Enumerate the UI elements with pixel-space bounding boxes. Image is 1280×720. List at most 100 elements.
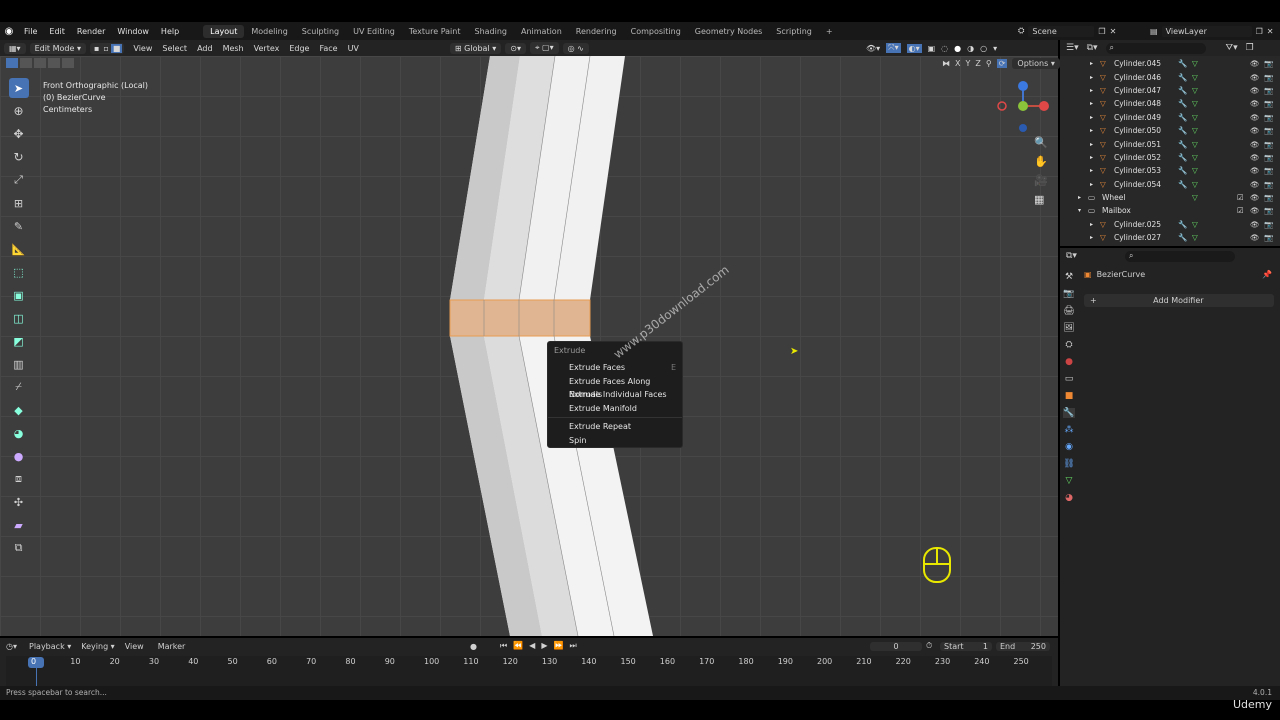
output-tab-icon[interactable]: 🖨 [1063, 306, 1074, 316]
expand-arrow-icon[interactable]: ▸ [1090, 221, 1093, 228]
loop-cut-tool[interactable]: ▥ [9, 354, 29, 374]
exclude-checkbox[interactable]: ☑ [1237, 193, 1244, 202]
jump-start-icon[interactable]: ⏮ [500, 641, 513, 650]
viewport-menu-face[interactable]: Face [314, 44, 342, 53]
wireframe-shading-icon[interactable]: ◌ [941, 44, 948, 53]
outliner-row[interactable]: ▸ ▽ Cylinder.025 🔧 ▽ 👁 📷 [1060, 218, 1280, 231]
select-intersect-mode-icon[interactable] [62, 58, 74, 68]
eye-icon[interactable]: 👁 [1250, 140, 1260, 149]
camera-icon[interactable]: 📷 [1264, 86, 1273, 95]
menu-edit[interactable]: Edit [43, 27, 71, 36]
outliner-row[interactable]: ▸ ▽ Cylinder.045 🔧 ▽ 👁 📷 [1060, 57, 1280, 70]
mirror-x-toggle[interactable]: X [955, 59, 960, 68]
extrude-region-tool[interactable]: ▣ [9, 285, 29, 305]
auto-keying-icon[interactable]: ● [470, 642, 477, 651]
outliner-row[interactable]: ▸ ▽ Cylinder.049 🔧 ▽ 👁 📷 [1060, 111, 1280, 124]
pivot-point-icon[interactable]: ⊙▾ [505, 42, 526, 54]
eye-icon[interactable]: 👁 [1250, 59, 1260, 68]
viewport-menu-edge[interactable]: Edge [284, 44, 314, 53]
new-view-layer-icon[interactable]: ❐ [1256, 27, 1263, 36]
eye-icon[interactable]: 👁 [1250, 193, 1260, 202]
play-reverse-icon[interactable]: ◀ [529, 641, 541, 650]
rendered-shading-icon[interactable]: ○ [980, 44, 987, 53]
scale-tool[interactable]: ⤢ [9, 170, 29, 190]
menu-help[interactable]: Help [155, 27, 185, 36]
expand-arrow-icon[interactable]: ▸ [1090, 114, 1093, 121]
solid-shading-icon[interactable]: ● [954, 44, 961, 53]
tab-compositing[interactable]: Compositing [624, 25, 688, 38]
eye-icon[interactable]: 👁 [1250, 180, 1260, 189]
uv-sync-icon[interactable]: ⟳ [996, 59, 1008, 68]
modifier-tab-icon[interactable]: 🔧 [1063, 408, 1075, 418]
menu-item-spin[interactable]: Spin [548, 434, 682, 448]
camera-icon[interactable]: 📷 [1264, 206, 1273, 215]
material-tab-icon[interactable]: ◕ [1065, 493, 1073, 503]
outliner-row[interactable]: ▸ ▽ Cylinder.027 🔧 ▽ 👁 📷 [1060, 231, 1280, 244]
knife-tool[interactable]: ⌿ [9, 377, 29, 397]
render-tab-icon[interactable]: 📷 [1063, 289, 1074, 299]
camera-icon[interactable]: 📷 [1264, 140, 1273, 149]
blender-logo-icon[interactable]: ◉ [0, 26, 18, 37]
3d-viewport[interactable] [0, 56, 1058, 636]
smooth-tool[interactable]: ● [9, 446, 29, 466]
expand-arrow-icon[interactable]: ▸ [1090, 141, 1093, 148]
properties-search-field[interactable]: ⌕ [1124, 250, 1235, 262]
menu-file[interactable]: File [18, 27, 43, 36]
spin-tool[interactable]: ◕ [9, 423, 29, 443]
move-tool[interactable]: ✥ [9, 124, 29, 144]
jump-next-key-icon[interactable]: ⏩ [553, 641, 569, 650]
eye-icon[interactable]: 👁 [1250, 220, 1260, 229]
menu-item-extrude-faces-along-normals[interactable]: Extrude Faces Along Normals [548, 375, 682, 399]
transform-orientation[interactable]: ⊞ Global ▾ [449, 42, 502, 54]
keying-menu[interactable]: Keying ▾ [81, 642, 114, 651]
collection-tab-icon[interactable]: ▭ [1065, 374, 1074, 384]
camera-icon[interactable]: 📷 [1264, 126, 1273, 135]
new-collection-icon[interactable]: ❐ [1246, 43, 1254, 53]
pan-hand-icon[interactable]: ✋ [1034, 155, 1048, 168]
shear-tool[interactable]: ▰ [9, 515, 29, 535]
play-icon[interactable]: ▶ [541, 641, 553, 650]
poly-build-tool[interactable]: ◆ [9, 400, 29, 420]
pin-icon[interactable]: 📌 [1262, 270, 1272, 279]
edge-select-icon[interactable]: ▫ [101, 44, 110, 53]
eye-icon[interactable]: 👁 [1250, 233, 1260, 242]
outliner-row[interactable]: ▸ ▽ Cylinder.052 🔧 ▽ 👁 📷 [1060, 151, 1280, 164]
mode-selector[interactable]: Edit Mode ▾ [29, 42, 86, 54]
outliner-search-field[interactable]: ⌕ [1105, 42, 1206, 54]
expand-arrow-icon[interactable]: ▸ [1090, 60, 1093, 67]
outliner-row[interactable]: ▸ ▽ Cylinder.048 🔧 ▽ 👁 📷 [1060, 97, 1280, 110]
gizmo-z-axis[interactable] [1018, 81, 1028, 91]
select-box-tool[interactable]: ➤ [8, 78, 29, 98]
tab-sculpting[interactable]: Sculpting [295, 25, 346, 38]
start-frame-field[interactable]: Start 1 [940, 641, 992, 651]
viewport-menu-uv[interactable]: UV [343, 44, 364, 53]
expand-arrow-icon[interactable]: ▸ [1090, 181, 1093, 188]
outliner-row[interactable]: ▸ ▽ Cylinder.054 🔧 ▽ 👁 📷 [1060, 178, 1280, 191]
eye-icon[interactable]: 👁 [1250, 73, 1260, 82]
gizmo-neg-x-axis[interactable] [997, 101, 1007, 111]
tab-animation[interactable]: Animation [514, 25, 569, 38]
overlay-icon[interactable]: ◐▾ [906, 43, 922, 53]
viewport-menu-select[interactable]: Select [157, 44, 192, 53]
camera-icon[interactable]: 📷 [1264, 99, 1273, 108]
tab-shading[interactable]: Shading [467, 25, 514, 38]
gizmo-y-axis[interactable] [1018, 101, 1028, 111]
bevel-tool[interactable]: ◩ [9, 331, 29, 351]
camera-icon[interactable]: 📷 [1264, 73, 1273, 82]
camera-icon[interactable]: 📷 [1264, 180, 1273, 189]
eye-icon[interactable]: 👁 [1250, 126, 1260, 135]
eye-icon[interactable]: 👁 [1250, 206, 1260, 215]
exclude-checkbox[interactable]: ☑ [1237, 206, 1244, 215]
eye-icon[interactable]: 👁 [1250, 153, 1260, 162]
eye-icon[interactable]: 👁 [1250, 166, 1260, 175]
mirror-z-toggle[interactable]: Z [975, 59, 980, 68]
world-tab-icon[interactable]: ● [1065, 357, 1073, 367]
particles-tab-icon[interactable]: ⁂ [1065, 425, 1074, 435]
shrink-fatten-tool[interactable]: ✣ [9, 492, 29, 512]
expand-arrow-icon[interactable]: ▸ [1090, 127, 1093, 134]
view-layer-field[interactable]: ViewLayer [1161, 25, 1252, 37]
outliner-row[interactable]: ▾ ▭ Mailbox ☑ 👁 📷 [1060, 204, 1280, 217]
inset-tool[interactable]: ◫ [9, 308, 29, 328]
viewport-menu-add[interactable]: Add [192, 44, 218, 53]
xray-icon[interactable]: ▣ [928, 44, 936, 53]
